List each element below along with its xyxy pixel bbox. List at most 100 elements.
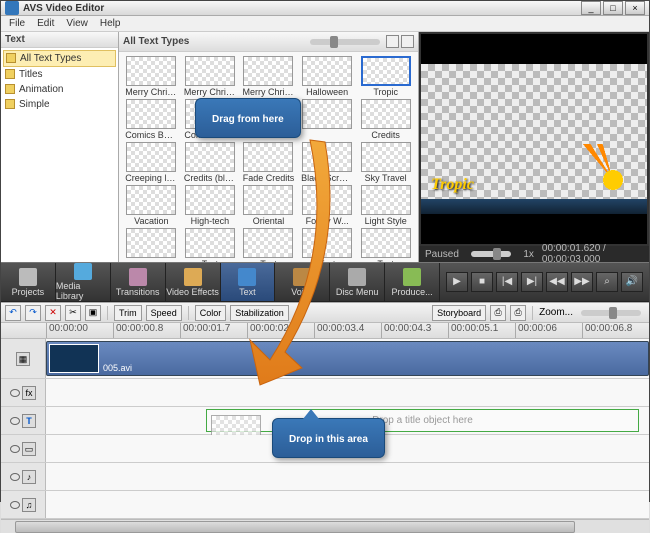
view-mode-button[interactable]	[386, 35, 399, 48]
transport-button-2[interactable]: |◀	[496, 272, 518, 292]
menu-edit[interactable]: Edit	[31, 16, 60, 31]
transport-controls: ▶■|◀▶|◀◀▶▶⌕🔊	[440, 263, 649, 301]
transport-button-0[interactable]: ▶	[446, 272, 468, 292]
gallery-thumb[interactable]	[123, 228, 180, 262]
voi-icon	[293, 268, 311, 286]
txt-icon	[238, 268, 256, 286]
proj-icon	[19, 268, 37, 286]
stabilization-button[interactable]: Stabilization	[230, 305, 289, 321]
toolbar-voice[interactable]: Voice	[275, 263, 330, 301]
eye-icon[interactable]	[10, 417, 20, 425]
gallery-thumb[interactable]: Black Screen...	[299, 142, 356, 183]
gallery-thumb[interactable]: Creeping line	[123, 142, 180, 183]
clip-name: 005.avi	[103, 363, 132, 373]
tl-tool-b[interactable]: ⎙	[510, 305, 526, 321]
preview-status: Paused	[425, 249, 459, 260]
storyboard-button[interactable]: Storyboard	[432, 305, 486, 321]
gallery-thumb[interactable]: Sky Travel	[357, 142, 414, 183]
eye-icon[interactable]	[10, 389, 20, 397]
gallery-thumb[interactable]: Light Style	[357, 185, 414, 226]
gallery-thumb[interactable]: Text	[240, 228, 297, 262]
transport-button-5[interactable]: ▶▶	[571, 272, 593, 292]
tree-titles[interactable]: Titles	[3, 67, 116, 82]
gallery-thumb[interactable]: Credits (black)	[182, 142, 239, 183]
toolbar-media-library[interactable]: Media Library	[56, 263, 111, 301]
gallery-thumb[interactable]: Oriental	[240, 185, 297, 226]
audio-track-icon: ♫	[22, 498, 36, 512]
title-drop-zone[interactable]: Drop a title object here	[206, 409, 639, 432]
callout-drop: Drop in this area	[272, 418, 385, 458]
fx-track[interactable]: fx	[1, 379, 649, 407]
transport-button-7[interactable]: 🔊	[621, 272, 643, 292]
gallery-thumb[interactable]: Text	[357, 228, 414, 262]
folder-icon	[5, 99, 15, 109]
timeline-scrollbar[interactable]	[1, 519, 649, 533]
eye-icon[interactable]	[10, 445, 20, 453]
color-button[interactable]: Color	[195, 305, 227, 321]
menu-view[interactable]: View	[60, 16, 94, 31]
gallery-thumb[interactable]: Text	[182, 228, 239, 262]
toolbar-text[interactable]: Text	[221, 263, 276, 301]
crop-button[interactable]: ▣	[85, 305, 101, 321]
audio-track-2[interactable]: ♫	[1, 491, 649, 519]
gallery-thumb[interactable]	[299, 99, 356, 140]
tree-simple[interactable]: Simple	[3, 97, 116, 112]
gallery-thumb[interactable]: Vacation	[123, 185, 180, 226]
thumb-size-slider[interactable]	[310, 39, 380, 45]
gallery-thumb[interactable]: Merry Christ...	[123, 56, 180, 97]
app-icon	[5, 1, 19, 15]
tree-animation[interactable]: Animation	[3, 82, 116, 97]
audio-track-1[interactable]: ♪	[1, 463, 649, 491]
window-title: AVS Video Editor	[23, 3, 581, 14]
maximize-button[interactable]: □	[603, 1, 623, 15]
audio-track-icon: ♪	[22, 470, 36, 484]
gallery-header: All Text Types	[123, 36, 306, 47]
gallery-thumb[interactable]: Halloween	[299, 56, 356, 97]
tree-all-text-types[interactable]: All Text Types	[3, 50, 116, 67]
tl-tool-a[interactable]: ⎙	[490, 305, 506, 321]
gallery-thumb[interactable]: Merry Christ...	[240, 56, 297, 97]
gallery-thumb[interactable]: High-tech	[182, 185, 239, 226]
preview-viewport[interactable]: Tropic	[421, 34, 647, 244]
minimize-button[interactable]: _	[581, 1, 601, 15]
video-track[interactable]: ▦ 005.avi	[1, 339, 649, 379]
toolbar-disc-menu[interactable]: Disc Menu	[330, 263, 385, 301]
speed-button[interactable]: Speed	[146, 305, 182, 321]
view-mode-button-2[interactable]	[401, 35, 414, 48]
eye-icon[interactable]	[10, 473, 20, 481]
video-track-icon: ▦	[16, 352, 30, 366]
gallery-thumb[interactable]: Fade Credits	[240, 142, 297, 183]
toolbar-projects[interactable]: Projects	[1, 263, 56, 301]
toolbar-video-effects[interactable]: Video Effects	[166, 263, 221, 301]
transport-button-4[interactable]: ◀◀	[546, 272, 568, 292]
close-button[interactable]: ×	[625, 1, 645, 15]
video-clip[interactable]: 005.avi	[46, 341, 649, 376]
timeline-toolbar: ↶ ↷ ✕ ✂ ▣ Trim Speed Color Stabilization…	[1, 303, 649, 323]
toolbar-transitions[interactable]: Transitions	[111, 263, 166, 301]
cut-button[interactable]: ✂	[65, 305, 81, 321]
menu-help[interactable]: Help	[94, 16, 127, 31]
gallery-thumb[interactable]: Merry Christ...	[182, 56, 239, 97]
gallery-thumb[interactable]: Text	[299, 228, 356, 262]
zoom-slider[interactable]	[581, 310, 641, 316]
menu-file[interactable]: File	[3, 16, 31, 31]
gallery-thumb[interactable]: Credits	[357, 99, 414, 140]
gallery-thumb[interactable]: Tropic	[357, 56, 414, 97]
redo-button[interactable]: ↷	[25, 305, 41, 321]
undo-button[interactable]: ↶	[5, 305, 21, 321]
menubar: File Edit View Help	[1, 16, 649, 32]
timeline-ruler[interactable]: 00:00:0000:00:00.800:00:01.700:00:02.500…	[1, 323, 649, 339]
titlebar[interactable]: AVS Video Editor _ □ ×	[1, 1, 649, 16]
transport-button-6[interactable]: ⌕	[596, 272, 618, 292]
transport-button-1[interactable]: ■	[471, 272, 493, 292]
gallery-thumb[interactable]: Foggy W...	[299, 185, 356, 226]
gallery-thumb[interactable]: Comics Ballo...	[123, 99, 180, 140]
delete-button[interactable]: ✕	[45, 305, 61, 321]
preview-speed: 1x	[523, 249, 534, 260]
toolbar-produce-[interactable]: Produce...	[385, 263, 440, 301]
preview-speed-slider[interactable]	[471, 251, 511, 257]
callout-drag: Drag from here	[195, 98, 301, 138]
trim-button[interactable]: Trim	[114, 305, 142, 321]
tra-icon	[129, 268, 147, 286]
transport-button-3[interactable]: ▶|	[521, 272, 543, 292]
